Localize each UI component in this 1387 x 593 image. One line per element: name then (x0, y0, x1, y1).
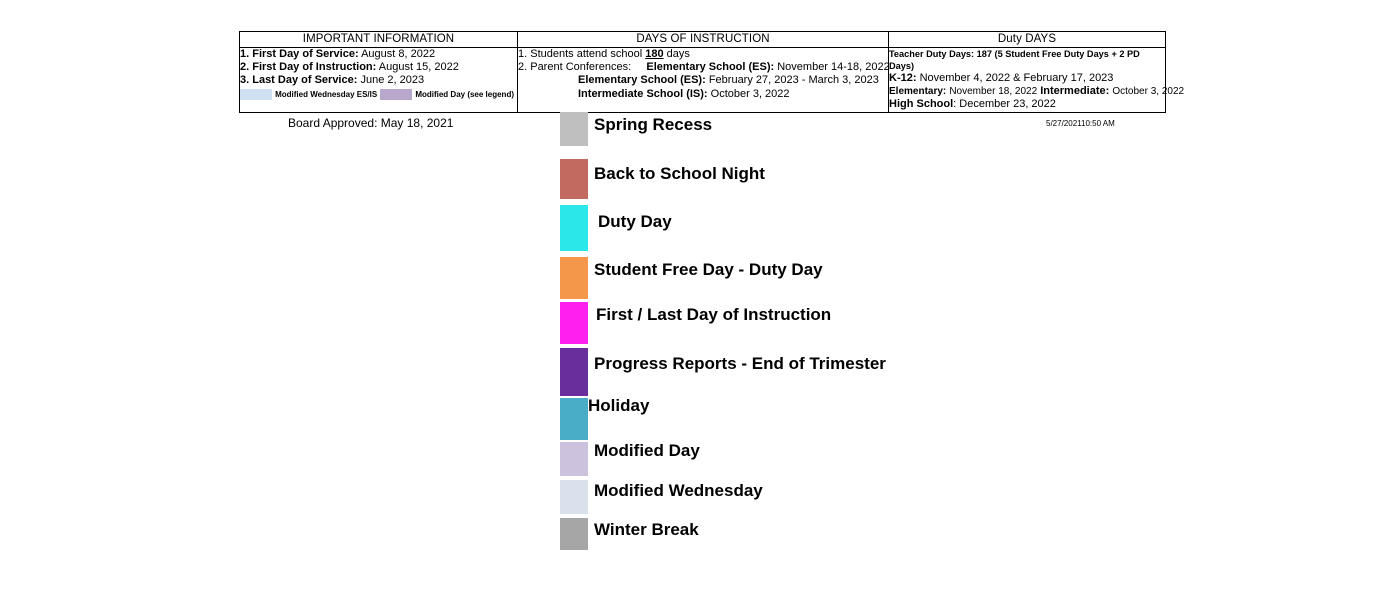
info-row-first-day-service: 1. First Day of Service: August 8, 2022 (240, 48, 517, 61)
info-label-first-day-service: 1. First Day of Service: (240, 48, 359, 60)
legend-swatch (560, 480, 588, 514)
instruction-es-spring-label: Elementary School (ES): (578, 74, 706, 87)
legend-label: Modified Wednesday (594, 481, 763, 500)
important-information-table: IMPORTANT INFORMATION DAYS OF INSTRUCTIO… (239, 31, 1184, 113)
legend-label: Back to School Night (594, 164, 765, 183)
calendar-legend: Spring Recess Back to School Night Duty Da… (560, 112, 1060, 550)
info-value-last-day-service: June 2, 2023 (360, 74, 425, 87)
duty-teacher-duty-days: Teacher Duty Days: 187 (5 Student Free D… (889, 49, 1140, 71)
legend-label: Spring Recess (594, 115, 713, 134)
cell-duty-days: Teacher Duty Days: 187 (5 Student Free D… (888, 47, 1184, 113)
info-row-first-day-instruction: 2. First Day of Instruction: August 15, … (240, 61, 517, 74)
legend-swatch (560, 348, 588, 396)
info-value-first-day-instruction: August 15, 2022 (378, 61, 459, 74)
instruction-days-count: 180 (645, 48, 664, 60)
duty-intermediate-value: October 3, 2022 (1112, 86, 1185, 98)
instruction-conferences-label: 2. Parent Conferences: (518, 61, 632, 74)
info-label-last-day-service: 3. Last Day of Service: (240, 74, 358, 87)
legend-swatch (560, 398, 588, 440)
legend-label: First / Last Day of Instruction (596, 305, 832, 324)
header-days-of-instruction: DAYS OF INSTRUCTION (517, 31, 889, 48)
mini-legend: Modified Wednesday ES/IS Modified Day (s… (240, 89, 517, 101)
legend-swatch (560, 257, 588, 299)
legend-label: Winter Break (594, 520, 699, 539)
duty-intermediate-label: Intermediate: (1040, 85, 1110, 98)
instruction-is-value: October 3, 2022 (710, 87, 790, 100)
duty-row-elementary-intermediate: Elementary: November 18, 2022 Intermedia… (889, 85, 1184, 98)
duty-elementary-value: November 18, 2022 (949, 86, 1038, 98)
legend-swatch (560, 205, 588, 251)
legend-label: Holiday (588, 396, 650, 415)
info-value-first-day-service: August 8, 2022 (361, 48, 436, 60)
table-header-row: IMPORTANT INFORMATION DAYS OF INSTRUCTIO… (239, 31, 1166, 48)
instruction-days-suffix: days (663, 48, 690, 60)
instruction-es-fall-value: November 14-18, 2022 (777, 61, 890, 74)
board-approved-text: Board Approved: May 18, 2021 (288, 116, 454, 130)
instruction-row-conferences-is: Intermediate School (IS): October 3, 202… (518, 88, 888, 101)
instruction-days-prefix: 1. Students attend school (518, 48, 646, 60)
legend-swatch (560, 112, 588, 146)
mini-swatch-modified-wednesday (240, 89, 273, 101)
instruction-es-fall-label: Elementary School (ES): (646, 61, 775, 74)
cell-days-of-instruction: 1. Students attend school 180 days 2. Pa… (517, 47, 890, 113)
info-row-last-day-service: 3. Last Day of Service: June 2, 2023 (240, 74, 517, 87)
mini-swatch-modified-day (380, 89, 413, 101)
instruction-row-days: 1. Students attend school 180 days (518, 48, 888, 61)
legend-label: Student Free Day - Duty Day (594, 260, 823, 279)
instruction-row-conferences-es-spring: Elementary School (ES): February 27, 202… (518, 74, 888, 87)
instruction-is-label: Intermediate School (IS): (578, 87, 708, 100)
legend-swatch (560, 518, 588, 550)
duty-high-school-value: : December 23, 2022 (953, 98, 1056, 111)
legend-label: Modified Day (594, 441, 700, 460)
duty-k12-value: November 4, 2022 & February 17, 2023 (919, 72, 1114, 84)
duty-elementary-label: Elementary: (889, 86, 947, 98)
info-label-first-day-instruction: 2. First Day of Instruction: (240, 61, 377, 74)
legend-label: Progress Reports - End of Trimester (594, 354, 886, 373)
header-duty-days: Duty DAYS (888, 31, 1166, 48)
duty-row-k12: K-12: November 4, 2022 & February 17, 20… (889, 72, 1165, 85)
duty-high-school-label: High School (889, 98, 954, 111)
mini-label-modified-day: Modified Day (see legend) (415, 90, 514, 100)
cell-important-information: 1. First Day of Service: August 8, 2022 … (239, 47, 518, 113)
mini-label-modified-wednesday: Modified Wednesday ES/IS (275, 90, 378, 100)
duty-row-high-school: High School: December 23, 2022 (889, 98, 1165, 111)
legend-swatch (560, 442, 588, 476)
legend-swatch (560, 302, 588, 344)
legend-label: Duty Day (598, 212, 672, 231)
instruction-row-conferences-es-fall: 2. Parent Conferences: Elementary School… (518, 61, 890, 74)
instruction-es-spring-value: February 27, 2023 - March 3, 2023 (708, 74, 879, 87)
table-body-row: 1. First Day of Service: August 8, 2022 … (239, 47, 1184, 113)
header-important-information: IMPORTANT INFORMATION (239, 31, 518, 48)
legend-swatch (560, 159, 588, 199)
duty-k12-label: K-12: (889, 72, 917, 84)
